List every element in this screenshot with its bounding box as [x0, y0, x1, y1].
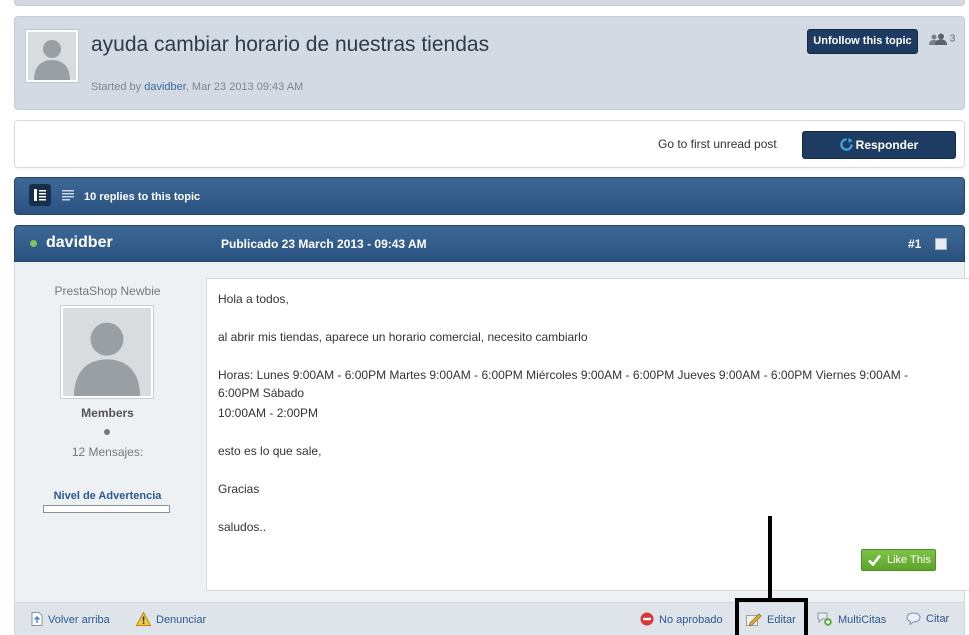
followers-number: 3: [949, 33, 956, 45]
not-approved-label: No aprobado: [659, 614, 723, 626]
post-text-line: Horas: Lunes 9:00AM - 6:00PM Martes 9:00…: [218, 368, 909, 400]
author-post-count: 12 Mensajes:: [71, 445, 144, 459]
quote-link[interactable]: Citar: [906, 612, 950, 626]
reply-button[interactable]: Responder: [802, 131, 956, 159]
post-text-line: al abrir mis tiendas, aparece un horario…: [218, 330, 588, 344]
multiquote-link[interactable]: MultiCitas: [817, 612, 886, 626]
annotation-highlight-box: [735, 598, 808, 635]
checkmark-icon: [868, 554, 881, 566]
replies-bar: 10 replies to this topic: [14, 177, 965, 215]
multiquote-label: MultiCitas: [838, 614, 887, 626]
started-date: , Mar 23 2013 09:43 AM: [185, 81, 304, 93]
full-view-toggle[interactable]: [29, 184, 51, 206]
annotation-pointer-line: [768, 516, 772, 600]
post-text-line: esto es lo que sale,: [218, 444, 322, 458]
rank-pip: [104, 429, 110, 435]
post-date[interactable]: Publicado 23 March 2013 - 09:43 AM: [221, 237, 427, 251]
multiquote-icon: [817, 612, 832, 626]
started-by-prefix: Started by: [91, 81, 145, 93]
compact-view-toggle[interactable]: [57, 184, 79, 206]
warning-icon: [135, 611, 152, 626]
topic-header: ayuda cambiar horario de nuestras tienda…: [14, 16, 965, 110]
not-approved-link[interactable]: No aprobado: [640, 612, 723, 626]
default-avatar-icon: [28, 32, 76, 80]
back-to-top-label: Volver arriba: [48, 614, 110, 626]
topic-meta: Started by davidber, Mar 23 2013 09:43 A…: [91, 81, 303, 93]
like-button[interactable]: Like This: [861, 549, 936, 571]
post-body: PrestaShop Newbie Members 12 Mensajes: N…: [14, 262, 969, 635]
replies-count: 10 replies to this topic: [84, 191, 201, 203]
topic-avatar[interactable]: [25, 29, 79, 83]
post-footer: Volver arriba Denunciar No aprobado Edit…: [15, 602, 964, 635]
post-text-line: Gracias: [218, 482, 260, 496]
no-entry-icon: [640, 612, 654, 626]
topic-action-bar: Go to first unread post Responder: [14, 120, 965, 168]
page-up-icon: [31, 612, 43, 626]
back-to-top-link[interactable]: Volver arriba: [31, 612, 110, 626]
compact-view-icon: [62, 190, 74, 201]
like-button-label: Like This: [887, 554, 931, 566]
author-panel: PrestaShop Newbie Members 12 Mensajes: N…: [15, 262, 200, 602]
started-by-author-link[interactable]: davidber: [144, 81, 186, 93]
unfollow-topic-button[interactable]: Unfollow this topic: [807, 29, 918, 54]
speech-bubble-icon: [906, 612, 921, 626]
post-content: Hola a todos, al abrir mis tiendas, apar…: [206, 278, 969, 591]
post-text-line: 10:00AM - 2:00PM: [218, 406, 319, 420]
followers-count[interactable]: 3: [929, 33, 955, 45]
post-select-checkbox[interactable]: [935, 238, 947, 250]
report-label: Denunciar: [156, 614, 207, 626]
quote-label: Citar: [926, 613, 950, 625]
post-text-line: Hola a todos,: [218, 292, 289, 306]
post-author-link[interactable]: davidber: [46, 234, 113, 252]
reply-button-label: Responder: [855, 138, 919, 152]
list-view-icon: [34, 189, 46, 201]
post-number-link[interactable]: #1: [908, 237, 921, 251]
author-avatar[interactable]: [60, 305, 154, 399]
author-group: Members: [81, 406, 134, 420]
refresh-icon: [839, 138, 853, 151]
page-title: ayuda cambiar horario de nuestras tienda…: [91, 33, 490, 56]
post-header: davidber Publicado 23 March 2013 - 09:43…: [14, 225, 965, 262]
author-rank: PrestaShop Newbie: [54, 284, 161, 298]
first-unread-link[interactable]: Go to first unread post: [658, 137, 777, 151]
report-link[interactable]: Denunciar: [135, 611, 207, 626]
users-icon: [929, 33, 947, 45]
default-avatar-icon: [63, 308, 151, 396]
top-strip: [14, 0, 965, 6]
warning-level-link[interactable]: Nivel de Advertencia: [15, 490, 200, 502]
warning-level-bar: [43, 505, 170, 513]
post-text-line: saludos..: [218, 520, 267, 534]
online-status-dot: [30, 240, 37, 247]
